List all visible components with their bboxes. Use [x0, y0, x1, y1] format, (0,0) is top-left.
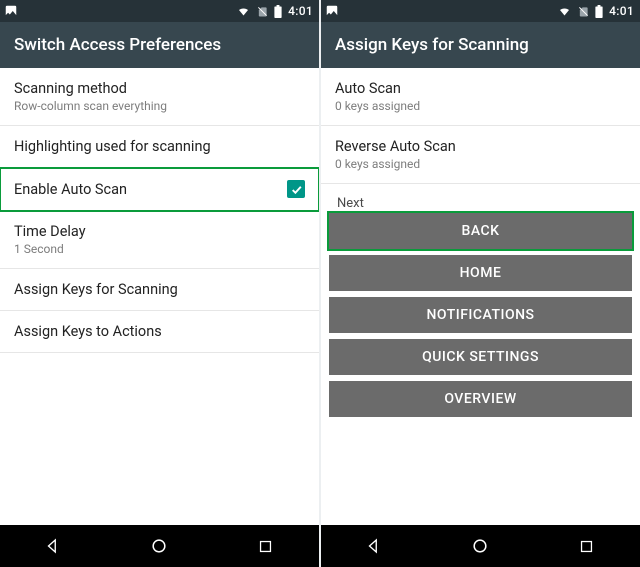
row-title: Time Delay [14, 223, 305, 240]
overlay-quick-settings-button[interactable]: QUICK SETTINGS [329, 339, 632, 375]
row-reverse-auto-scan[interactable]: Reverse Auto Scan 0 keys assigned [321, 126, 640, 184]
page-title: Switch Access Preferences [14, 35, 221, 55]
overlay-back-button[interactable]: BACK [329, 213, 632, 249]
row-subtitle: Row-column scan everything [14, 99, 305, 113]
nav-back-icon[interactable] [354, 532, 394, 560]
row-auto-scan[interactable]: Auto Scan 0 keys assigned [321, 68, 640, 126]
no-sim-icon [257, 5, 268, 18]
row-title: Reverse Auto Scan [335, 138, 626, 155]
row-title: Highlighting used for scanning [14, 138, 305, 155]
row-assign-keys-scanning[interactable]: Assign Keys for Scanning [0, 269, 319, 311]
row-title: Assign Keys to Actions [14, 323, 305, 340]
nav-recent-icon[interactable] [246, 532, 286, 560]
appbar-title: Switch Access Preferences [0, 22, 319, 68]
status-bar: 4:01 [321, 0, 640, 22]
row-title: Auto Scan [335, 80, 626, 97]
row-highlighting[interactable]: Highlighting used for scanning [0, 126, 319, 168]
overlay-overview-button[interactable]: OVERVIEW [329, 381, 632, 417]
row-subtitle: 0 keys assigned [335, 157, 626, 171]
phone-left: 4:01 Switch Access Preferences Scanning … [0, 0, 319, 567]
action-overlay: Next BACK HOME NOTIFICATIONS QUICK SETTI… [321, 196, 640, 525]
wifi-icon [557, 5, 572, 17]
nav-recent-icon[interactable] [567, 532, 607, 560]
settings-list: Scanning method Row-column scan everythi… [0, 68, 319, 525]
nav-home-icon[interactable] [460, 532, 500, 560]
status-time: 4:01 [288, 4, 313, 18]
overlay-home-button[interactable]: HOME [329, 255, 632, 291]
checkbox-checked-icon[interactable] [287, 180, 305, 198]
row-title: Scanning method [14, 80, 305, 97]
row-assign-keys-actions[interactable]: Assign Keys to Actions [0, 311, 319, 353]
wifi-icon [236, 5, 251, 17]
appbar-title: Assign Keys for Scanning [321, 22, 640, 68]
battery-icon [595, 5, 603, 18]
row-title: Assign Keys for Scanning [14, 281, 305, 298]
row-time-delay[interactable]: Time Delay 1 Second [0, 211, 319, 269]
overlay-notifications-button[interactable]: NOTIFICATIONS [329, 297, 632, 333]
row-subtitle: 0 keys assigned [335, 99, 626, 113]
image-icon [4, 4, 18, 18]
settings-list: Auto Scan 0 keys assigned Reverse Auto S… [321, 68, 640, 525]
row-title: Enable Auto Scan [14, 181, 127, 198]
nav-home-icon[interactable] [139, 532, 179, 560]
row-scanning-method[interactable]: Scanning method Row-column scan everythi… [0, 68, 319, 126]
row-enable-auto-scan[interactable]: Enable Auto Scan [0, 168, 319, 211]
peek-row-title: Next [329, 196, 632, 211]
no-sim-icon [578, 5, 589, 18]
nav-bar [321, 525, 640, 567]
nav-back-icon[interactable] [33, 532, 73, 560]
page-title: Assign Keys for Scanning [335, 35, 529, 55]
battery-icon [274, 5, 282, 18]
status-time: 4:01 [609, 4, 634, 18]
image-icon [325, 4, 339, 18]
status-bar: 4:01 [0, 0, 319, 22]
phone-right: 4:01 Assign Keys for Scanning Auto Scan … [321, 0, 640, 567]
row-subtitle: 1 Second [14, 242, 305, 256]
nav-bar [0, 525, 319, 567]
